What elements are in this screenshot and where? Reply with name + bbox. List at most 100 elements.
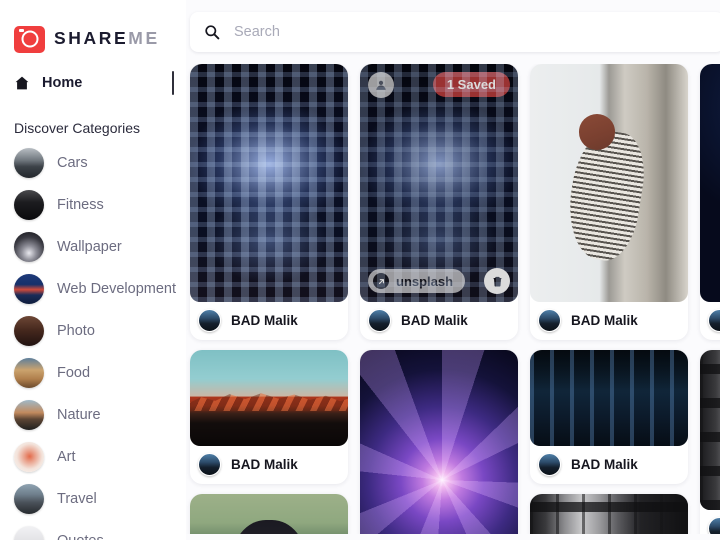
pin-author-name: BAD Malik xyxy=(401,313,468,328)
brand-name-primary: SHARE xyxy=(54,28,128,48)
masonry-column: BAD Malik BAD Malik xyxy=(190,64,348,534)
sidebar-category-item[interactable]: Photo xyxy=(10,310,176,352)
category-thumbnail xyxy=(14,274,44,304)
masonry-column: BAD Malik BAD Malik xyxy=(530,64,688,534)
sidebar-category-item[interactable]: Art xyxy=(10,436,176,478)
external-link-icon xyxy=(373,273,389,289)
pin-card[interactable]: BAD Malik xyxy=(190,64,348,340)
category-thumbnail xyxy=(14,232,44,262)
sidebar-category-item[interactable]: Cars xyxy=(10,142,176,184)
category-thumbnail xyxy=(14,400,44,430)
download-button[interactable] xyxy=(368,72,394,98)
pin-author-row[interactable]: BAD Malik xyxy=(190,446,348,484)
sidebar-category-item[interactable]: Food xyxy=(10,352,176,394)
pin-author-name: BAD Malik xyxy=(571,457,638,472)
sidebar-item-home[interactable]: Home xyxy=(0,68,186,98)
category-label: Nature xyxy=(57,407,101,423)
delete-button[interactable] xyxy=(484,268,510,294)
pin-card[interactable]: BAD Malik xyxy=(530,64,688,340)
pin-author-name: BAD Malik xyxy=(571,313,638,328)
search-input[interactable] xyxy=(234,12,710,52)
category-thumbnail xyxy=(14,358,44,388)
source-link-button[interactable]: unsplash xyxy=(368,269,465,293)
category-label: Photo xyxy=(57,323,95,339)
sidebar-category-item[interactable]: Fitness xyxy=(10,184,176,226)
pin-image[interactable] xyxy=(190,494,348,534)
pin-card[interactable] xyxy=(530,494,688,534)
main-content: BAD Malik BAD Malik 1 Saved unsplash BAD Mal… xyxy=(186,0,720,540)
home-icon xyxy=(14,75,30,91)
pin-image[interactable] xyxy=(360,350,518,534)
search-area xyxy=(186,0,720,52)
category-thumbnail xyxy=(14,442,44,472)
pin-author-name: BAD Malik xyxy=(231,313,298,328)
overlay-top-row: 1 Saved xyxy=(368,72,510,98)
pin-image[interactable] xyxy=(530,494,688,534)
sidebar-item-home-label: Home xyxy=(42,75,82,91)
search-icon[interactable] xyxy=(204,24,220,40)
category-label: Travel xyxy=(57,491,97,507)
pin-card[interactable]: BAD Malik xyxy=(190,350,348,484)
pin-card[interactable] xyxy=(360,350,518,534)
avatar xyxy=(708,517,720,534)
pin-author-name: BAD Malik xyxy=(231,457,298,472)
category-label: Quotes xyxy=(57,533,104,540)
discover-categories-title: Discover Categories xyxy=(0,120,186,136)
pin-image[interactable] xyxy=(700,64,720,302)
pin-image[interactable]: 1 Saved unsplash xyxy=(360,64,518,302)
pin-author-row[interactable]: BAD Malik xyxy=(530,446,688,484)
category-thumbnail xyxy=(14,484,44,514)
sidebar-category-item[interactable]: Quotes xyxy=(10,520,176,540)
pin-card[interactable]: BAD Malik xyxy=(700,64,720,340)
pin-author-row[interactable]: BAD Malik xyxy=(530,302,688,340)
pin-hover-overlay: 1 Saved unsplash xyxy=(360,64,518,302)
app-root: SHAREME Home Discover Categories Cars Fit… xyxy=(0,0,720,540)
avatar xyxy=(198,453,221,476)
category-label: Cars xyxy=(57,155,88,171)
camera-icon xyxy=(14,26,45,53)
category-label: Fitness xyxy=(57,197,104,213)
sidebar-category-item[interactable]: Travel xyxy=(10,478,176,520)
pin-author-row[interactable]: BAD Malik xyxy=(190,302,348,340)
pin-image[interactable] xyxy=(530,64,688,302)
category-thumbnail xyxy=(14,190,44,220)
category-thumbnail xyxy=(14,526,44,540)
avatar xyxy=(198,309,221,332)
avatar xyxy=(538,453,561,476)
brand-name: SHAREME xyxy=(54,30,160,48)
active-indicator xyxy=(172,71,174,95)
pin-card[interactable] xyxy=(190,494,348,534)
avatar xyxy=(708,309,720,332)
category-label: Web Development xyxy=(57,281,176,297)
sidebar-category-item[interactable]: Web Development xyxy=(10,268,176,310)
pin-author-row[interactable]: BAD Malik xyxy=(360,302,518,340)
pin-card[interactable]: BAD Malik xyxy=(700,350,720,534)
search-bar[interactable] xyxy=(190,12,720,52)
pin-author-row[interactable]: BAD Malik xyxy=(700,302,720,340)
pin-author-row[interactable]: BAD Malik xyxy=(700,510,720,534)
avatar xyxy=(368,309,391,332)
pin-image[interactable] xyxy=(530,350,688,446)
pin-card[interactable]: BAD Malik xyxy=(530,350,688,484)
pin-image[interactable] xyxy=(700,350,720,510)
pin-card[interactable]: 1 Saved unsplash BAD Malik xyxy=(360,64,518,340)
sidebar-category-item[interactable]: Nature xyxy=(10,394,176,436)
sidebar-category-item[interactable]: Wallpaper xyxy=(10,226,176,268)
user-circle-icon xyxy=(374,78,388,92)
brand-name-secondary: ME xyxy=(128,28,159,48)
pin-image[interactable] xyxy=(190,64,348,302)
source-link-label: unsplash xyxy=(396,274,453,289)
category-thumbnail xyxy=(14,316,44,346)
avatar xyxy=(538,309,561,332)
category-label: Food xyxy=(57,365,90,381)
category-thumbnail xyxy=(14,148,44,178)
category-list: Cars Fitness Wallpaper Web Development Photo… xyxy=(0,142,186,540)
brand-logo[interactable]: SHAREME xyxy=(0,0,186,56)
saved-badge[interactable]: 1 Saved xyxy=(433,72,510,97)
trash-icon xyxy=(491,275,504,288)
overlay-bottom-row: unsplash xyxy=(368,268,510,294)
pin-image[interactable] xyxy=(190,350,348,446)
masonry-column: BAD Malik BAD Malik xyxy=(700,64,720,534)
masonry-column: 1 Saved unsplash BAD Malik xyxy=(360,64,518,534)
pin-masonry-grid: BAD Malik BAD Malik 1 Saved unsplash BAD Mal… xyxy=(186,64,720,534)
